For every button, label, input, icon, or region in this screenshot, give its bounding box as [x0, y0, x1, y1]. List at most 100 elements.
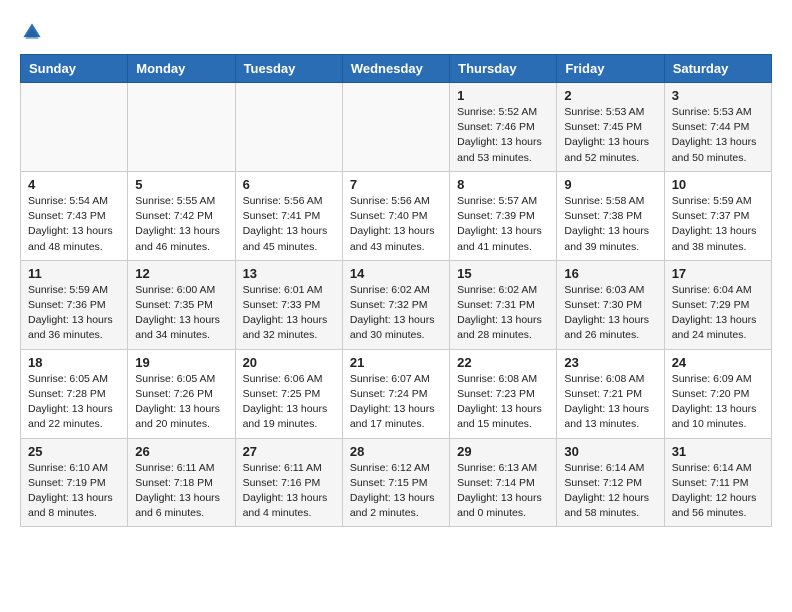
- day-number: 31: [672, 444, 764, 459]
- day-info: Sunrise: 5:56 AM Sunset: 7:40 PM Dayligh…: [350, 194, 442, 255]
- calendar-cell: 3 Sunrise: 5:53 AM Sunset: 7:44 PM Daylig…: [664, 83, 771, 172]
- day-number: 17: [672, 266, 764, 281]
- day-info: Sunrise: 6:04 AM Sunset: 7:29 PM Dayligh…: [672, 283, 764, 344]
- calendar-cell: 18 Sunrise: 6:05 AM Sunset: 7:28 PM Dayli…: [21, 349, 128, 438]
- calendar-cell: 30 Sunrise: 6:14 AM Sunset: 7:12 PM Dayli…: [557, 438, 664, 527]
- calendar-cell: 13 Sunrise: 6:01 AM Sunset: 7:33 PM Dayli…: [235, 260, 342, 349]
- calendar-cell: 26Sunrise: 6:11 AM Sunset: 7:18 PM Dayli…: [128, 438, 235, 527]
- day-number: 29: [457, 444, 549, 459]
- day-info: Sunrise: 6:03 AM Sunset: 7:30 PM Dayligh…: [564, 283, 656, 344]
- calendar-week-row: 11 Sunrise: 5:59 AM Sunset: 7:36 PM Dayli…: [21, 260, 772, 349]
- calendar-cell: 8 Sunrise: 5:57 AM Sunset: 7:39 PM Daylig…: [450, 171, 557, 260]
- day-number: 27: [243, 444, 335, 459]
- day-info: Sunrise: 6:02 AM Sunset: 7:31 PM Dayligh…: [457, 283, 549, 344]
- day-number: 20: [243, 355, 335, 370]
- calendar-cell: 6 Sunrise: 5:56 AM Sunset: 7:41 PM Daylig…: [235, 171, 342, 260]
- logo-icon: [20, 20, 44, 44]
- day-info: Sunrise: 5:55 AM Sunset: 7:42 PM Dayligh…: [135, 194, 227, 255]
- day-number: 18: [28, 355, 120, 370]
- day-info: Sunrise: 5:53 AM Sunset: 7:44 PM Dayligh…: [672, 105, 764, 166]
- day-number: 13: [243, 266, 335, 281]
- calendar-cell: [342, 83, 449, 172]
- day-number: 7: [350, 177, 442, 192]
- calendar-cell: 4 Sunrise: 5:54 AM Sunset: 7:43 PM Daylig…: [21, 171, 128, 260]
- day-info: Sunrise: 6:05 AM Sunset: 7:28 PM Dayligh…: [28, 372, 120, 433]
- calendar-cell: 20 Sunrise: 6:06 AM Sunset: 7:25 PM Dayli…: [235, 349, 342, 438]
- calendar-cell: 7 Sunrise: 5:56 AM Sunset: 7:40 PM Daylig…: [342, 171, 449, 260]
- day-number: 24: [672, 355, 764, 370]
- day-number: 25: [28, 444, 120, 459]
- day-info: Sunrise: 6:13 AM Sunset: 7:14 PM Dayligh…: [457, 461, 549, 522]
- day-info: Sunrise: 5:59 AM Sunset: 7:36 PM Dayligh…: [28, 283, 120, 344]
- day-info: Sunrise: 5:56 AM Sunset: 7:41 PM Dayligh…: [243, 194, 335, 255]
- day-of-week-header: Monday: [128, 55, 235, 83]
- calendar-cell: 16 Sunrise: 6:03 AM Sunset: 7:30 PM Dayli…: [557, 260, 664, 349]
- calendar-cell: 5Sunrise: 5:55 AM Sunset: 7:42 PM Daylig…: [128, 171, 235, 260]
- calendar-cell: 10 Sunrise: 5:59 AM Sunset: 7:37 PM Dayli…: [664, 171, 771, 260]
- calendar-cell: 19 Sunrise: 6:05 AM Sunset: 7:26 PM Dayli…: [128, 349, 235, 438]
- day-info: Sunrise: 6:09 AM Sunset: 7:20 PM Dayligh…: [672, 372, 764, 433]
- day-info: Sunrise: 6:14 AM Sunset: 7:12 PM Dayligh…: [564, 461, 656, 522]
- day-number: 8: [457, 177, 549, 192]
- calendar-cell: 14Sunrise: 6:02 AM Sunset: 7:32 PM Dayli…: [342, 260, 449, 349]
- day-info: Sunrise: 5:52 AM Sunset: 7:46 PM Dayligh…: [457, 105, 549, 166]
- day-number: 12: [135, 266, 227, 281]
- day-info: Sunrise: 6:06 AM Sunset: 7:25 PM Dayligh…: [243, 372, 335, 433]
- day-number: 28: [350, 444, 442, 459]
- day-number: 4: [28, 177, 120, 192]
- day-of-week-header: Wednesday: [342, 55, 449, 83]
- calendar-cell: 9Sunrise: 5:58 AM Sunset: 7:38 PM Daylig…: [557, 171, 664, 260]
- days-of-week-row: SundayMondayTuesdayWednesdayThursdayFrid…: [21, 55, 772, 83]
- day-info: Sunrise: 6:00 AM Sunset: 7:35 PM Dayligh…: [135, 283, 227, 344]
- calendar-cell: 15 Sunrise: 6:02 AM Sunset: 7:31 PM Dayli…: [450, 260, 557, 349]
- calendar-cell: 11 Sunrise: 5:59 AM Sunset: 7:36 PM Dayli…: [21, 260, 128, 349]
- calendar-week-row: 25 Sunrise: 6:10 AM Sunset: 7:19 PM Dayli…: [21, 438, 772, 527]
- calendar-cell: 21Sunrise: 6:07 AM Sunset: 7:24 PM Dayli…: [342, 349, 449, 438]
- day-info: Sunrise: 6:10 AM Sunset: 7:19 PM Dayligh…: [28, 461, 120, 522]
- calendar-cell: 22 Sunrise: 6:08 AM Sunset: 7:23 PM Dayli…: [450, 349, 557, 438]
- day-info: Sunrise: 6:12 AM Sunset: 7:15 PM Dayligh…: [350, 461, 442, 522]
- calendar-cell: 12 Sunrise: 6:00 AM Sunset: 7:35 PM Dayli…: [128, 260, 235, 349]
- day-info: Sunrise: 6:08 AM Sunset: 7:23 PM Dayligh…: [457, 372, 549, 433]
- day-of-week-header: Sunday: [21, 55, 128, 83]
- calendar-cell: 25 Sunrise: 6:10 AM Sunset: 7:19 PM Dayli…: [21, 438, 128, 527]
- calendar-week-row: 18 Sunrise: 6:05 AM Sunset: 7:28 PM Dayli…: [21, 349, 772, 438]
- calendar-cell: 23 Sunrise: 6:08 AM Sunset: 7:21 PM Dayli…: [557, 349, 664, 438]
- day-number: 22: [457, 355, 549, 370]
- day-info: Sunrise: 6:05 AM Sunset: 7:26 PM Dayligh…: [135, 372, 227, 433]
- calendar-week-row: 4 Sunrise: 5:54 AM Sunset: 7:43 PM Daylig…: [21, 171, 772, 260]
- day-number: 9: [564, 177, 656, 192]
- day-info: Sunrise: 5:59 AM Sunset: 7:37 PM Dayligh…: [672, 194, 764, 255]
- day-info: Sunrise: 5:54 AM Sunset: 7:43 PM Dayligh…: [28, 194, 120, 255]
- calendar-cell: [21, 83, 128, 172]
- day-number: 14: [350, 266, 442, 281]
- header: [20, 20, 772, 44]
- day-of-week-header: Saturday: [664, 55, 771, 83]
- day-number: 1: [457, 88, 549, 103]
- calendar-cell: [235, 83, 342, 172]
- day-info: Sunrise: 6:01 AM Sunset: 7:33 PM Dayligh…: [243, 283, 335, 344]
- calendar-table: SundayMondayTuesdayWednesdayThursdayFrid…: [20, 54, 772, 527]
- day-number: 2: [564, 88, 656, 103]
- calendar-cell: 1 Sunrise: 5:52 AM Sunset: 7:46 PM Daylig…: [450, 83, 557, 172]
- day-info: Sunrise: 6:11 AM Sunset: 7:18 PM Dayligh…: [135, 461, 227, 522]
- day-number: 6: [243, 177, 335, 192]
- day-info: Sunrise: 6:07 AM Sunset: 7:24 PM Dayligh…: [350, 372, 442, 433]
- calendar-cell: 31Sunrise: 6:14 AM Sunset: 7:11 PM Dayli…: [664, 438, 771, 527]
- day-number: 15: [457, 266, 549, 281]
- day-info: Sunrise: 5:57 AM Sunset: 7:39 PM Dayligh…: [457, 194, 549, 255]
- day-info: Sunrise: 5:53 AM Sunset: 7:45 PM Dayligh…: [564, 105, 656, 166]
- day-number: 23: [564, 355, 656, 370]
- day-info: Sunrise: 6:08 AM Sunset: 7:21 PM Dayligh…: [564, 372, 656, 433]
- day-number: 19: [135, 355, 227, 370]
- day-number: 10: [672, 177, 764, 192]
- day-number: 3: [672, 88, 764, 103]
- calendar-cell: 17 Sunrise: 6:04 AM Sunset: 7:29 PM Dayli…: [664, 260, 771, 349]
- day-info: Sunrise: 6:11 AM Sunset: 7:16 PM Dayligh…: [243, 461, 335, 522]
- day-number: 16: [564, 266, 656, 281]
- logo: [20, 20, 46, 44]
- calendar-cell: 2 Sunrise: 5:53 AM Sunset: 7:45 PM Daylig…: [557, 83, 664, 172]
- day-of-week-header: Friday: [557, 55, 664, 83]
- day-number: 11: [28, 266, 120, 281]
- day-number: 30: [564, 444, 656, 459]
